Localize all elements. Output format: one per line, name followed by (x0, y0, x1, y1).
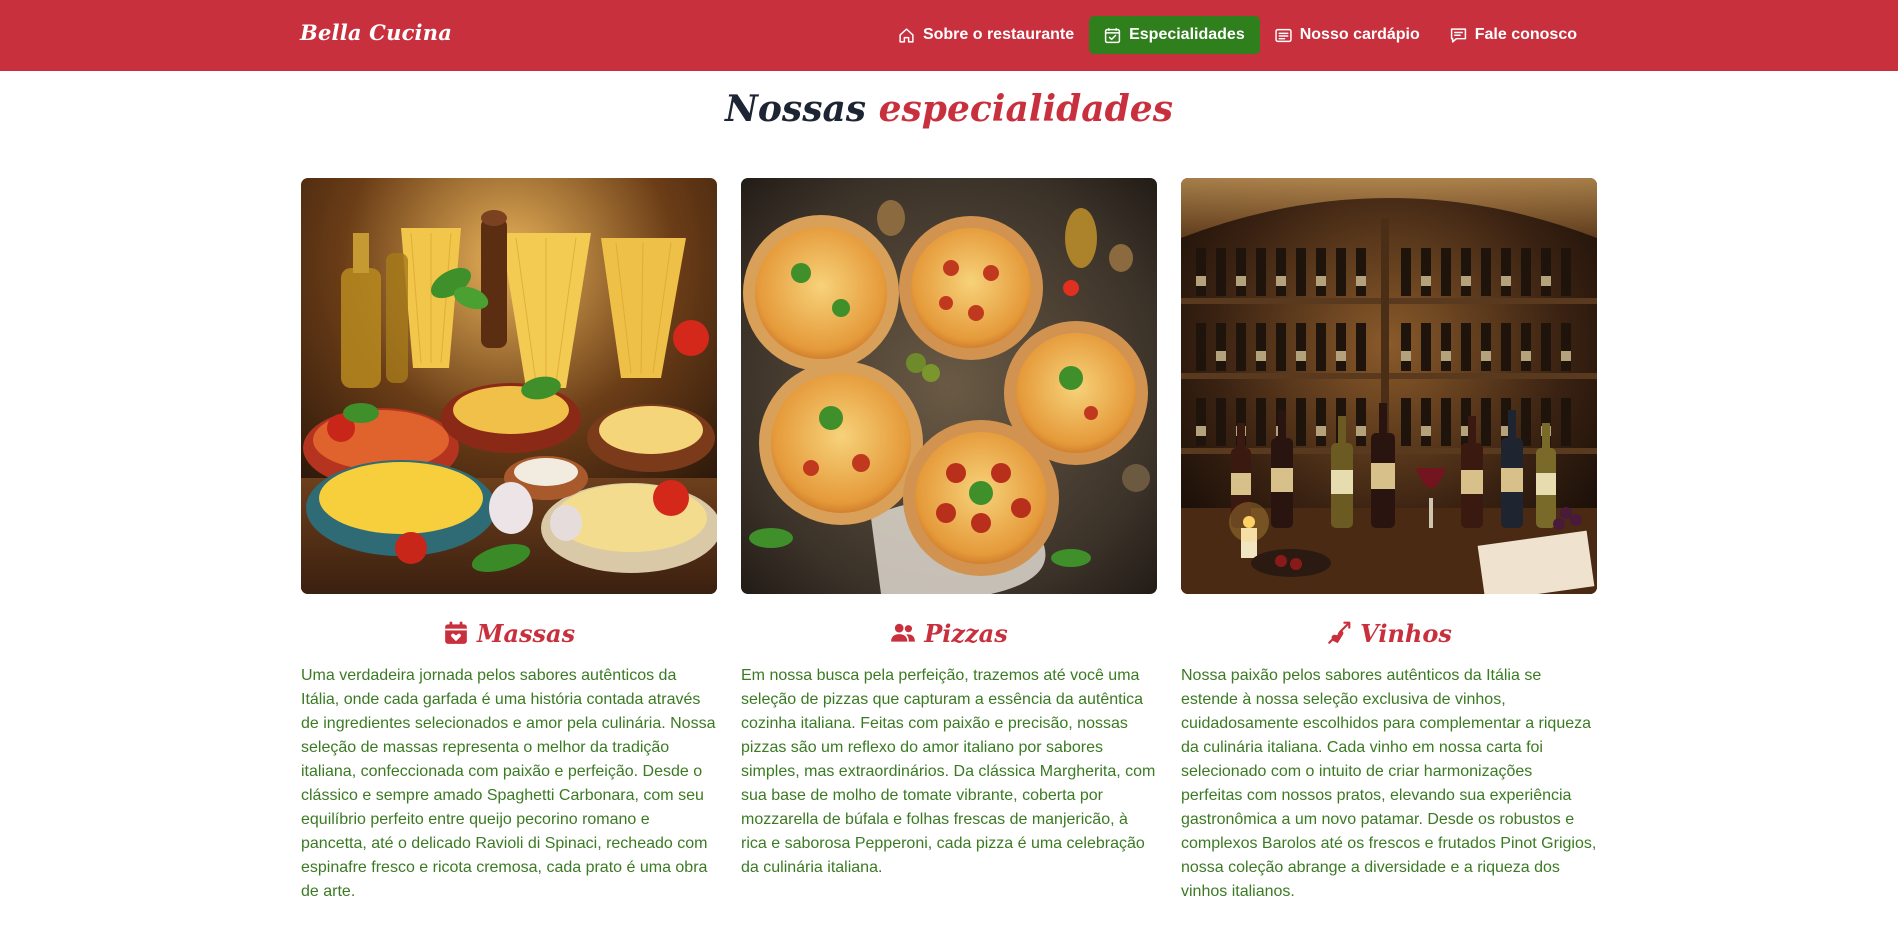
card-description: Nossa paixão pelos sabores autênticos da… (1181, 667, 1597, 900)
specialty-card-pizzas: Pizzas Em nossa busca pela perfeição, tr… (741, 178, 1157, 880)
section-title: Nossas especialidades (0, 88, 1898, 130)
specialty-card-vinhos: Vinhos Nossa paixão pelos sabores autênt… (1181, 178, 1597, 904)
wine-cellar-photo (1181, 178, 1597, 594)
pizza-top-right (899, 216, 1043, 360)
wine-cellar-illustration (1181, 178, 1597, 594)
card-description: Uma verdadeira jornada pelos sabores aut… (301, 667, 716, 900)
nav-especialidades[interactable]: Especialidades (1089, 16, 1260, 54)
brand-logo[interactable]: Bella Cucina (300, 20, 452, 45)
card-title-text: Massas (476, 618, 576, 648)
calendar-check-icon (1104, 27, 1121, 43)
card-title: Vinhos (1181, 616, 1597, 650)
nav-nosso-cardapio[interactable]: Nosso cardápio (1260, 16, 1435, 54)
nav-sobre-restaurante[interactable]: Sobre o restaurante (883, 16, 1089, 54)
pizzas-photo (741, 178, 1157, 594)
card-title: Pizzas (741, 616, 1157, 650)
nav-label: Fale conosco (1474, 26, 1577, 43)
card-title-text: Pizzas (924, 618, 1008, 648)
top-navbar: Bella Cucina Sobre o restaurante Especia… (0, 0, 1898, 71)
nav-label: Especialidades (1129, 26, 1245, 43)
pizzas-illustration (741, 178, 1157, 594)
home-icon (899, 27, 914, 43)
nav-label: Sobre o restaurante (922, 26, 1075, 43)
people-icon (891, 623, 916, 642)
section-title-part1: Nossas (725, 88, 867, 130)
card-title-text: Vinhos (1360, 618, 1452, 648)
chat-icon (1450, 27, 1466, 43)
nav-label: Nosso cardápio (1299, 26, 1420, 43)
nav-fale-conosco[interactable]: Fale conosco (1435, 16, 1592, 54)
specialty-card-massas: Massas Uma verdadeira jornada pelos sabo… (301, 178, 717, 904)
calendar-heart-icon (445, 621, 467, 644)
pizza-top-left (743, 215, 899, 371)
menu-card-icon (1275, 28, 1292, 42)
arrow-heart-icon (1328, 621, 1351, 644)
card-description: Em nossa busca pela perfeição, trazemos … (741, 667, 1156, 876)
pasta-illustration (301, 178, 717, 594)
pizza-middle-left (759, 361, 923, 525)
pizza-bottom (903, 420, 1059, 576)
main-nav: Sobre o restaurante Especialidades Nosso… (883, 16, 1592, 54)
pasta-spread-photo (301, 178, 717, 594)
section-title-part2: especialidades (878, 88, 1173, 130)
card-title: Massas (301, 616, 717, 650)
